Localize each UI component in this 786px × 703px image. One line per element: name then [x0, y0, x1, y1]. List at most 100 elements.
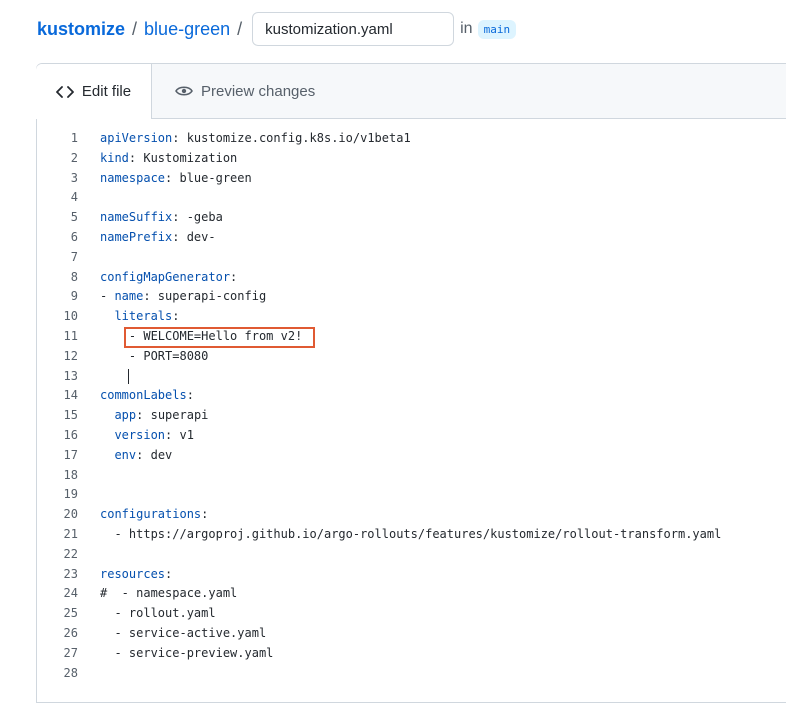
- line-number: 15: [63, 408, 78, 423]
- code-line[interactable]: 1 apiVersion: kustomize.config.k8s.io/v1b…: [37, 129, 786, 149]
- code-line[interactable]: 17 env: dev: [37, 446, 786, 466]
- line-content: kind: Kustomization: [100, 149, 237, 169]
- line-number: 9: [70, 289, 78, 304]
- line-content: - https://argoproj.github.io/argo-rollou…: [100, 525, 721, 545]
- line-number: 16: [63, 427, 78, 442]
- code-line[interactable]: 28: [37, 664, 786, 684]
- code-line[interactable]: 25 - rollout.yaml: [37, 604, 786, 624]
- code-text: - rollout.yaml: [100, 606, 216, 621]
- yaml-value: : v1: [165, 427, 194, 442]
- line-content: literals:: [100, 307, 179, 327]
- yaml-key: version: [114, 427, 166, 442]
- line-content: commonLabels:: [100, 386, 194, 406]
- yaml-value: : dev-: [172, 229, 216, 244]
- line-number: 8: [70, 269, 78, 284]
- line-number: 28: [63, 665, 78, 680]
- yaml-value: : superapi: [136, 408, 209, 423]
- yaml-key: configMapGenerator: [100, 269, 231, 284]
- code-line[interactable]: 23 resources:: [37, 565, 786, 585]
- tab-edit-file[interactable]: Edit file: [36, 64, 152, 119]
- eye-icon: [175, 84, 193, 98]
- line-content: apiVersion: kustomize.config.k8s.io/v1be…: [100, 129, 411, 149]
- code-line[interactable]: 20 configurations:: [37, 505, 786, 525]
- code-icon: [55, 85, 74, 99]
- breadcrumb-dir-link[interactable]: blue-green: [144, 19, 230, 40]
- yaml-key: configurations: [100, 507, 202, 522]
- code-line[interactable]: 15 app: superapi: [37, 406, 786, 426]
- code-line[interactable]: 16 version: v1: [37, 426, 786, 446]
- code-line[interactable]: 19: [37, 485, 786, 505]
- line-content: env: dev: [100, 446, 172, 466]
- line-number: 11: [63, 328, 78, 343]
- tab-preview-changes-label: Preview changes: [201, 82, 316, 100]
- yaml-value: :: [165, 566, 173, 581]
- editor-tabbar: Edit file Preview changes: [36, 64, 786, 119]
- yaml-key: apiVersion: [100, 131, 173, 145]
- code-line[interactable]: 6 namePrefix: dev-: [37, 228, 786, 248]
- line-number: 19: [63, 487, 78, 502]
- code-line[interactable]: 9 - name: superapi-config: [37, 287, 786, 307]
- yaml-key: name: [114, 289, 144, 304]
- code-text: -: [100, 289, 115, 304]
- yaml-key: env: [114, 447, 137, 462]
- branch-badge[interactable]: main: [477, 19, 517, 39]
- yaml-key: app: [114, 408, 137, 423]
- code-line[interactable]: 27 - service-preview.yaml: [37, 644, 786, 664]
- breadcrumb-separator: /: [237, 18, 243, 39]
- text-cursor: [128, 369, 129, 384]
- line-number: 5: [70, 210, 78, 225]
- code-line[interactable]: 3 namespace: blue-green: [37, 169, 786, 189]
- yaml-value: : dev: [136, 447, 173, 462]
- yaml-value: : Kustomization: [128, 150, 238, 165]
- yaml-key: nameSuffix: [100, 210, 173, 225]
- yaml-key: literals: [114, 309, 173, 324]
- code-line[interactable]: 4: [37, 188, 786, 208]
- line-number: 4: [70, 190, 78, 205]
- code-line[interactable]: 21 - https://argoproj.github.io/argo-rol…: [37, 525, 786, 545]
- yaml-key: namespace: [100, 170, 166, 185]
- code-line[interactable]: 7: [37, 248, 786, 268]
- line-number: 3: [70, 170, 78, 185]
- line-number: 17: [63, 447, 78, 462]
- line-number: 13: [63, 368, 78, 383]
- breadcrumb-repo-link[interactable]: kustomize: [37, 19, 125, 40]
- yaml-value: : kustomize.config.k8s.io/v1beta1: [172, 131, 411, 145]
- line-number: 2: [70, 150, 78, 165]
- code-line[interactable]: 24 # - namespace.yaml: [37, 584, 786, 604]
- line-number: 25: [63, 606, 78, 621]
- yaml-key: namePrefix: [100, 229, 173, 244]
- yaml-key: commonLabels: [100, 388, 187, 403]
- code-line[interactable]: 10 literals:: [37, 307, 786, 327]
- line-number: 1: [70, 131, 78, 145]
- code-line[interactable]: 14 commonLabels:: [37, 386, 786, 406]
- line-number: 23: [63, 566, 78, 581]
- line-number: 26: [63, 625, 78, 640]
- line-number: 24: [63, 586, 78, 601]
- code-line[interactable]: 12 - PORT=8080: [37, 347, 786, 367]
- code-line[interactable]: 13: [37, 367, 786, 387]
- yaml-value: :: [186, 388, 194, 403]
- tab-preview-changes[interactable]: Preview changes: [175, 64, 315, 118]
- code-line[interactable]: 18: [37, 466, 786, 486]
- line-content: configurations:: [100, 505, 208, 525]
- code-line[interactable]: 5 nameSuffix: -geba: [37, 208, 786, 228]
- code-line[interactable]: 2 kind: Kustomization: [37, 149, 786, 169]
- yaml-value: : blue-green: [165, 170, 252, 185]
- line-number: 22: [63, 546, 78, 561]
- line-number: 21: [63, 526, 78, 541]
- line-content: - name: superapi-config: [100, 287, 266, 307]
- code-line[interactable]: 26 - service-active.yaml: [37, 624, 786, 644]
- yaml-key: resources: [100, 566, 166, 581]
- line-number: 18: [63, 467, 78, 482]
- code-line[interactable]: 8 configMapGenerator:: [37, 268, 786, 288]
- code-line[interactable]: 22: [37, 545, 786, 565]
- code-area[interactable]: 1 apiVersion: kustomize.config.k8s.io/v1b…: [37, 129, 786, 683]
- line-number: 20: [63, 507, 78, 522]
- code-text: - service-active.yaml: [100, 625, 267, 640]
- breadcrumb-separator: /: [132, 18, 138, 39]
- line-content: version: v1: [100, 426, 194, 446]
- filename-input[interactable]: [252, 12, 455, 46]
